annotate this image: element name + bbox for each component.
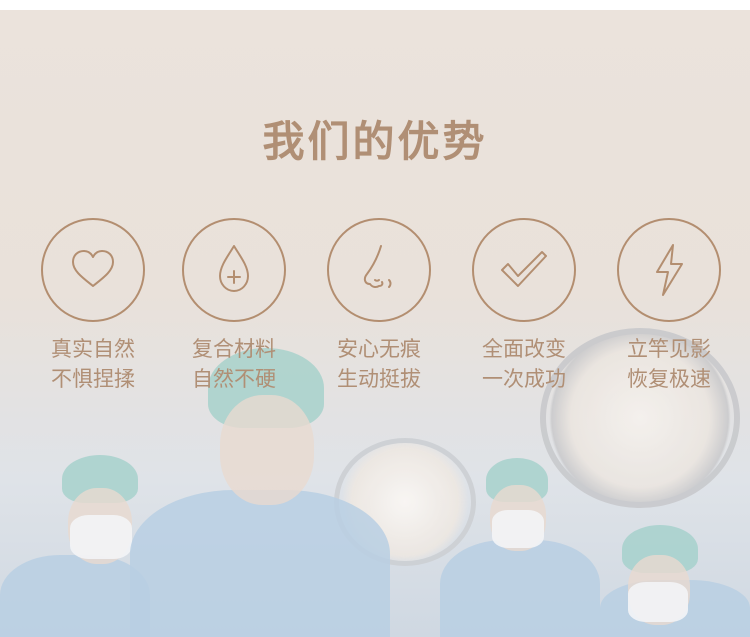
feature-line-1: 安心无痕 [337,337,421,361]
nurse-right-mask [628,582,688,622]
doctor-middle-gown [440,540,600,637]
feature-item: 立竿见影 恢复极速 [604,218,734,394]
feature-line-1: 真实自然 [51,337,135,361]
heart-icon [41,218,145,322]
feature-label: 立竿见影 恢复极速 [604,334,734,394]
droplet-plus-icon [182,218,286,322]
feature-line-2: 恢复极速 [627,367,711,391]
feature-line-2: 生动挺拔 [337,367,421,391]
checkmark-icon [472,218,576,322]
feature-line-2: 一次成功 [482,367,566,391]
feature-item: 复合材料 自然不硬 [169,218,299,394]
feature-label: 真实自然 不惧捏揉 [28,334,158,394]
feature-label: 全面改变 一次成功 [459,334,589,394]
surgeon-gown [130,490,390,637]
feature-line-1: 复合材料 [192,337,276,361]
lightning-icon [617,218,721,322]
advantages-banner: 我们的优势 真实自然 不惧捏揉 复合材料 自然不硬 安心无痕 生动挺拔 全面改变… [0,10,750,637]
feature-line-2: 自然不硬 [192,367,276,391]
feature-line-1: 立竿见影 [627,337,711,361]
feature-line-2: 不惧捏揉 [51,367,135,391]
surgeon-face [220,395,314,505]
feature-line-1: 全面改变 [482,337,566,361]
feature-label: 复合材料 自然不硬 [169,334,299,394]
feature-list: 真实自然 不惧捏揉 复合材料 自然不硬 安心无痕 生动挺拔 全面改变 一次成功 … [0,218,750,408]
doctor-middle-mask [492,510,544,548]
nurse-left-gown [0,555,150,637]
feature-item: 安心无痕 生动挺拔 [314,218,444,394]
feature-item: 全面改变 一次成功 [459,218,589,394]
section-title: 我们的优势 [262,117,488,166]
nurse-left-mask [70,515,132,559]
feature-item: 真实自然 不惧捏揉 [28,218,158,394]
feature-label: 安心无痕 生动挺拔 [314,334,444,394]
nose-icon [327,218,431,322]
